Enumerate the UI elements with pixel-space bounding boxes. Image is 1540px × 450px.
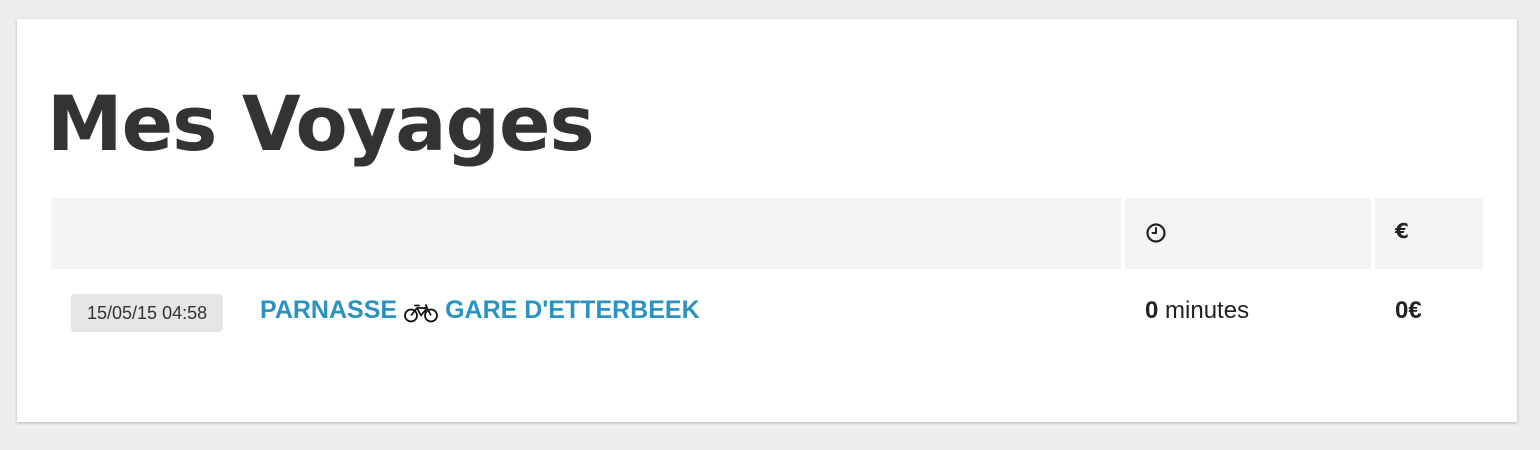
destination-station-link[interactable]: GARE D'ETTERBEEK: [445, 296, 700, 324]
header-trip: [51, 198, 1121, 269]
header-price: €: [1375, 198, 1483, 269]
clock-icon: [1145, 222, 1167, 244]
page-title: Mes Voyages: [47, 79, 595, 168]
header-duration: [1125, 198, 1371, 269]
trip-price: 0€: [1395, 297, 1422, 324]
duration-unit: minutes: [1165, 297, 1250, 324]
date-badge: 15/05/15 04:58: [71, 294, 224, 332]
trip-route: PARNASSE GARE D'ETTERBEEK: [260, 294, 700, 326]
trip-duration: 0 minutes: [1145, 297, 1249, 325]
euro-header-label: €: [1395, 219, 1409, 243]
duration-value: 0: [1145, 297, 1159, 324]
bike-icon: [403, 299, 439, 323]
origin-station-link[interactable]: PARNASSE: [260, 296, 397, 324]
table-row: 15/05/15 04:58 PARNASSE GARE D'ETTERBEEK…: [51, 269, 1483, 359]
trips-card: Mes Voyages € 15/05/15 04:58 PARNASSE GA…: [17, 19, 1517, 422]
